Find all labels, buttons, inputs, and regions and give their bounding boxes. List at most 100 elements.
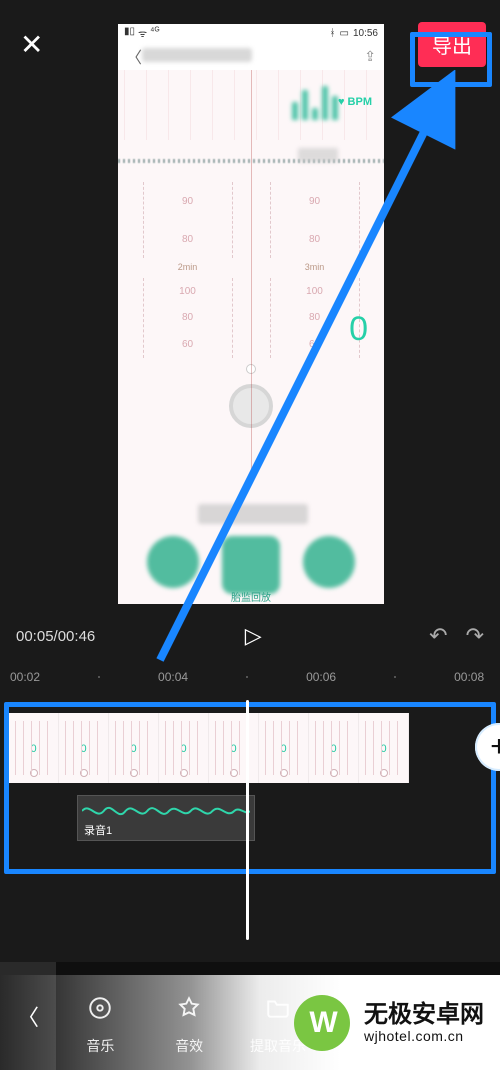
scale-col-a: 90 80 2min <box>143 182 233 258</box>
scale-tick: 90 <box>182 196 193 207</box>
video-editor-app: ✕ 导出 ▮▯ ᯤ ⁴ᴳ ᚼ ▭ 10:56 〈 ⇪ <box>0 0 500 1070</box>
scale-tick: 100 <box>306 286 323 297</box>
time-total: 00:46 <box>58 628 96 645</box>
video-track[interactable]: 00000000 <box>9 713 491 783</box>
frame-dot-icon <box>80 769 88 777</box>
ruler-tick: 00:06 <box>306 670 336 684</box>
toolbar-item-star[interactable]: 音效 <box>153 995 225 1056</box>
audio-clip-label: 录音1 <box>84 822 112 838</box>
star-icon <box>176 995 202 1028</box>
frame-dot-icon <box>30 769 38 777</box>
clip-frame[interactable]: 0 <box>309 713 359 783</box>
network-icon: ⁴ᴳ <box>150 26 159 40</box>
note-icon <box>354 995 380 1028</box>
toolbar-item-mic[interactable]: 录音 <box>420 995 492 1056</box>
playhead[interactable] <box>246 700 249 940</box>
toolbar-label: 抖音收藏 <box>339 1036 395 1056</box>
ruler-dot <box>394 676 396 678</box>
toolbar-label: 音效 <box>175 1036 203 1056</box>
bpm-label: ♥ BPM <box>338 96 372 108</box>
toolbar-items: 音乐 音效 提取音乐 抖音收藏 录音 <box>56 977 500 1056</box>
clip-frame[interactable]: 0 <box>209 713 259 783</box>
clip-frame[interactable]: 0 <box>9 713 59 783</box>
ruler-dot <box>246 676 248 678</box>
frame-dot-icon <box>380 769 388 777</box>
frame-value: 0 <box>359 743 408 755</box>
video-preview[interactable]: ▮▯ ᯤ ⁴ᴳ ᚼ ▭ 10:56 〈 ⇪ ♥ <box>118 24 384 604</box>
scale-tick: 100 <box>179 286 196 297</box>
toolbar-label: 提取音乐 <box>250 1036 306 1056</box>
frame-dot-icon <box>180 769 188 777</box>
status-time: 10:56 <box>353 28 378 39</box>
signal-icon: ▮▯ <box>124 26 135 40</box>
circle-icon <box>303 536 355 588</box>
scale-tick: 80 <box>182 234 193 245</box>
toolbar-back-button[interactable]: 〈 <box>0 962 56 1070</box>
play-controls: 00:05/00:46 ▷ ↶ ↷ <box>0 614 500 658</box>
ruler-tick: 00:02 <box>10 670 40 684</box>
frame-value: 0 <box>59 743 108 755</box>
frame-value: 0 <box>309 743 358 755</box>
audio-waveform-icon <box>82 800 250 822</box>
ruler-dot <box>98 676 100 678</box>
timecode: 00:05/00:46 <box>16 628 95 645</box>
heart-icon: ♥ <box>338 96 345 108</box>
scale-tick: 80 <box>309 234 320 245</box>
scale-col-b: 90 80 3min <box>270 182 360 258</box>
redo-button[interactable]: ↷ <box>466 623 484 649</box>
toolbar-item-disc[interactable]: 音乐 <box>64 995 136 1056</box>
scale-label: 3min <box>305 262 325 272</box>
wifi-icon: ᯤ <box>138 26 147 40</box>
ruler-tick: 00:08 <box>454 670 484 684</box>
frame-value: 0 <box>109 743 158 755</box>
export-highlight <box>410 32 492 87</box>
preview-bottom-row <box>118 536 384 594</box>
undo-button[interactable]: ↶ <box>429 623 447 649</box>
scale-tick: 90 <box>309 196 320 207</box>
big-value: 0 <box>349 310 368 349</box>
blurred-text <box>198 504 308 524</box>
scale-label: 2min <box>178 262 198 272</box>
toolbar-item-folder[interactable]: 提取音乐 <box>242 995 314 1056</box>
bottom-toolbar: 〈 音乐 音效 提取音乐 抖音收藏 录音 <box>0 962 500 1070</box>
clip-frame[interactable]: 0 <box>109 713 159 783</box>
frame-dot-icon <box>230 769 238 777</box>
play-button[interactable]: ▷ <box>245 623 262 649</box>
bpm-bars <box>292 84 338 120</box>
scale2-col-b: 100 80 60 <box>270 278 360 358</box>
preview-bottom-label: 胎监回放 <box>118 589 384 604</box>
clip-frame[interactable]: 0 <box>159 713 209 783</box>
frame-dot-icon <box>280 769 288 777</box>
clip-frame[interactable]: 0 <box>359 713 409 783</box>
blurred-title <box>142 48 364 64</box>
square-icon <box>222 536 280 594</box>
timeline[interactable]: 00000000 + 录音1 <box>4 702 496 874</box>
clip-frame[interactable]: 0 <box>259 713 309 783</box>
folder-icon <box>265 995 291 1028</box>
bpm-text: BPM <box>348 96 372 108</box>
frame-dot-icon <box>330 769 338 777</box>
battery-icon: ▭ <box>340 28 349 39</box>
frame-dot-icon <box>130 769 138 777</box>
frame-value: 0 <box>259 743 308 755</box>
disc-icon <box>87 995 113 1028</box>
circle-icon <box>147 536 199 588</box>
close-button[interactable]: ✕ <box>20 28 43 61</box>
scale-tick: 60 <box>309 339 320 350</box>
toolbar-label: 录音 <box>442 1036 470 1056</box>
scale-tick: 80 <box>309 312 320 323</box>
frame-value: 0 <box>209 743 258 755</box>
mic-icon <box>443 995 469 1028</box>
audio-clip[interactable]: 录音1 <box>77 795 255 841</box>
toolbar-item-note[interactable]: 抖音收藏 <box>331 995 403 1056</box>
center-marker <box>251 70 252 484</box>
back-arrow-icon: 〈 <box>126 44 142 68</box>
toolbar-label: 音乐 <box>86 1036 114 1056</box>
time-ruler[interactable]: 00:02 00:04 00:06 00:08 <box>0 664 500 690</box>
bt-icon: ᚼ <box>330 28 336 39</box>
scale-tick: 80 <box>182 312 193 323</box>
ruler-tick: 00:04 <box>158 670 188 684</box>
blurred-value <box>298 148 338 162</box>
clip-frame[interactable]: 0 <box>59 713 109 783</box>
share-icon: ⇪ <box>364 48 376 65</box>
